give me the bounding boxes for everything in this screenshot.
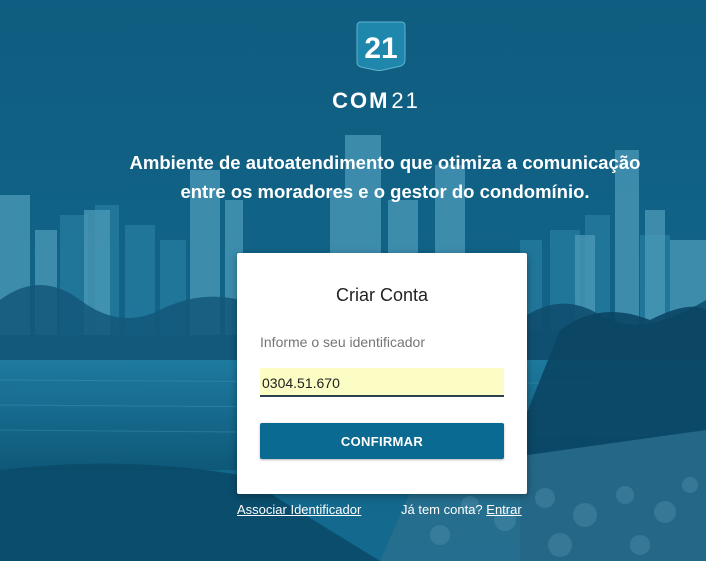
brand-word-light: 21 — [391, 88, 420, 113]
brand-wordmark: COM21 — [0, 88, 706, 114]
brand-word-bold: COM — [332, 88, 390, 113]
login-link[interactable]: Entrar — [486, 502, 521, 517]
tagline-line-1: Ambiente de autoatendimento que otimiza … — [129, 152, 641, 173]
have-account-text: Já tem conta? — [401, 502, 483, 517]
confirm-button[interactable]: CONFIRMAR — [260, 423, 504, 459]
create-account-card: Criar Conta Informe o seu identificador … — [237, 253, 527, 494]
tagline: Ambiente de autoatendimento que otimiza … — [90, 148, 680, 206]
com21-logo-icon: 21 — [356, 21, 406, 71]
login-page: 21 COM21 Ambiente de autoatendimento que… — [0, 0, 706, 561]
identifier-input[interactable] — [260, 368, 504, 397]
identifier-label: Informe o seu identificador — [260, 334, 425, 350]
login-prompt: Já tem conta? Entrar — [401, 502, 522, 517]
tagline-line-2: entre os moradores e o gestor do condomí… — [180, 181, 590, 202]
logo-number: 21 — [364, 32, 397, 65]
associate-identifier-link[interactable]: Associar Identificador — [237, 502, 361, 517]
card-title: Criar Conta — [335, 285, 429, 305]
